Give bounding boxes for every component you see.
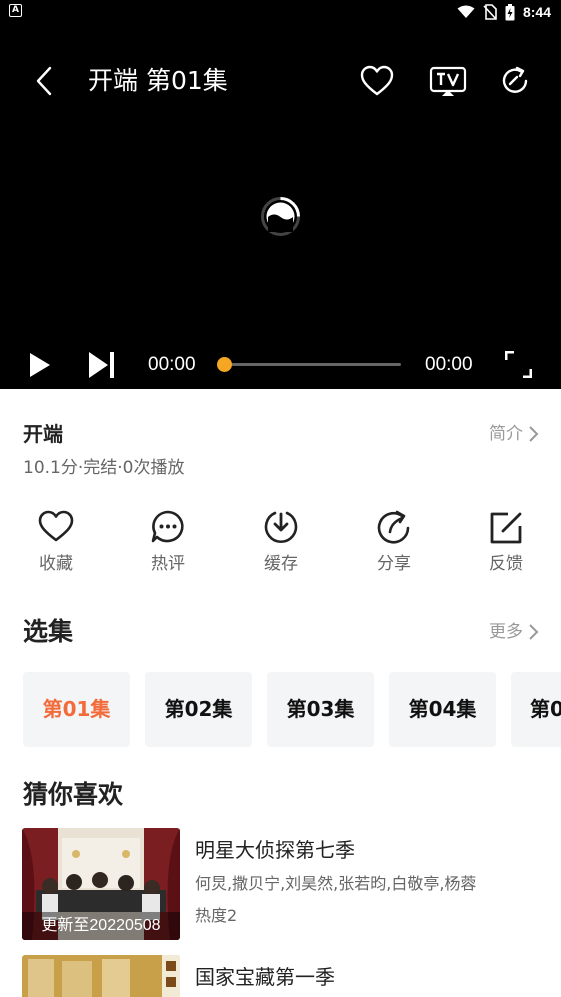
fullscreen-icon xyxy=(504,350,533,379)
collect-label: 收藏 xyxy=(39,554,73,574)
download-icon xyxy=(264,511,298,544)
wifi-icon xyxy=(457,5,475,18)
chevron-right-icon xyxy=(529,624,539,640)
collect-button[interactable]: 收藏 xyxy=(16,508,96,580)
poster-image: 更新至20220508 xyxy=(22,828,180,940)
recommend-title: 猜你喜欢 xyxy=(23,780,124,809)
heart-outline-icon xyxy=(38,510,74,542)
next-icon xyxy=(89,352,114,378)
duration: 00:00 xyxy=(425,354,473,375)
list-item[interactable]: 更新至20220508 明星大侦探第七季 何炅,撒贝宁,刘昊然,张若昀,白敬亭,… xyxy=(0,828,561,940)
progress-thumb[interactable] xyxy=(217,357,232,372)
progress-track[interactable] xyxy=(224,363,401,366)
status-bar: A 8:44 xyxy=(0,0,561,24)
tv-cast-icon xyxy=(429,66,467,96)
intro-link[interactable]: 简介 xyxy=(489,420,539,448)
play-button[interactable] xyxy=(28,352,52,378)
back-arrow-icon xyxy=(36,66,52,96)
episodes-title: 选集 xyxy=(23,617,74,646)
episode-item-5[interactable]: 第05集 xyxy=(511,672,561,747)
share-button[interactable]: 分享 xyxy=(354,508,434,580)
favorite-button[interactable] xyxy=(357,62,397,100)
download-button[interactable]: 缓存 xyxy=(241,508,321,580)
feedback-button[interactable]: 反馈 xyxy=(466,508,546,580)
no-sim-icon xyxy=(483,4,497,20)
episode-item-3[interactable]: 第03集 xyxy=(267,672,374,747)
hot-comments-button[interactable]: 热评 xyxy=(128,508,208,580)
feedback-edit-icon xyxy=(490,512,522,544)
next-episode-button[interactable] xyxy=(88,351,116,379)
item-title: 国家宝藏第一季 xyxy=(195,965,335,989)
share-icon xyxy=(377,510,410,544)
episode-item-4[interactable]: 第04集 xyxy=(389,672,496,747)
refresh-icon xyxy=(502,66,528,93)
feedback-label: 反馈 xyxy=(489,554,523,574)
item-title: 明星大侦探第七季 xyxy=(195,838,355,862)
show-name: 开端 xyxy=(23,422,63,446)
notification-icon: A xyxy=(9,4,22,17)
share-label: 分享 xyxy=(377,554,411,574)
current-time: 00:00 xyxy=(148,354,196,375)
action-bar: 收藏 热评 缓存 分享 反馈 xyxy=(0,508,561,580)
episode-item-1[interactable]: 第01集 xyxy=(23,672,130,747)
play-icon xyxy=(30,353,50,377)
fullscreen-button[interactable] xyxy=(504,350,533,379)
tv-cast-button[interactable] xyxy=(428,62,468,100)
video-player[interactable]: A 8:44 开端 第01集 00:00 00:00 xyxy=(0,0,561,389)
comment-icon xyxy=(151,510,184,543)
chevron-right-icon xyxy=(529,426,539,442)
item-cast: 何炅,撒贝宁,刘昊然,张若昀,白敬亭,杨蓉 xyxy=(195,874,477,893)
status-icons: 8:44 xyxy=(457,2,551,22)
update-badge: 更新至20220508 xyxy=(22,912,180,940)
download-label: 缓存 xyxy=(264,554,298,574)
intro-label: 简介 xyxy=(489,424,523,444)
back-button[interactable] xyxy=(28,62,62,100)
show-meta: 10.1分·完结·0次播放 xyxy=(23,458,185,478)
heart-icon xyxy=(360,65,394,96)
video-title: 开端 第01集 xyxy=(88,66,228,95)
item-heat: 热度2 xyxy=(195,906,238,925)
hot-comments-label: 热评 xyxy=(151,554,185,574)
list-item[interactable]: 国家宝藏第一季 xyxy=(0,955,561,997)
clock: 8:44 xyxy=(522,4,551,20)
battery-charging-icon xyxy=(505,3,515,20)
poster-image xyxy=(22,955,180,997)
poster-picture xyxy=(22,955,180,997)
loading-spinner-icon xyxy=(261,197,300,236)
episode-list: 第01集 第02集 第03集 第04集 第05集 xyxy=(0,672,561,748)
more-label: 更多 xyxy=(489,622,523,642)
refresh-button[interactable] xyxy=(496,62,536,100)
episodes-more-link[interactable]: 更多 xyxy=(489,618,539,646)
episode-item-2[interactable]: 第02集 xyxy=(145,672,252,747)
